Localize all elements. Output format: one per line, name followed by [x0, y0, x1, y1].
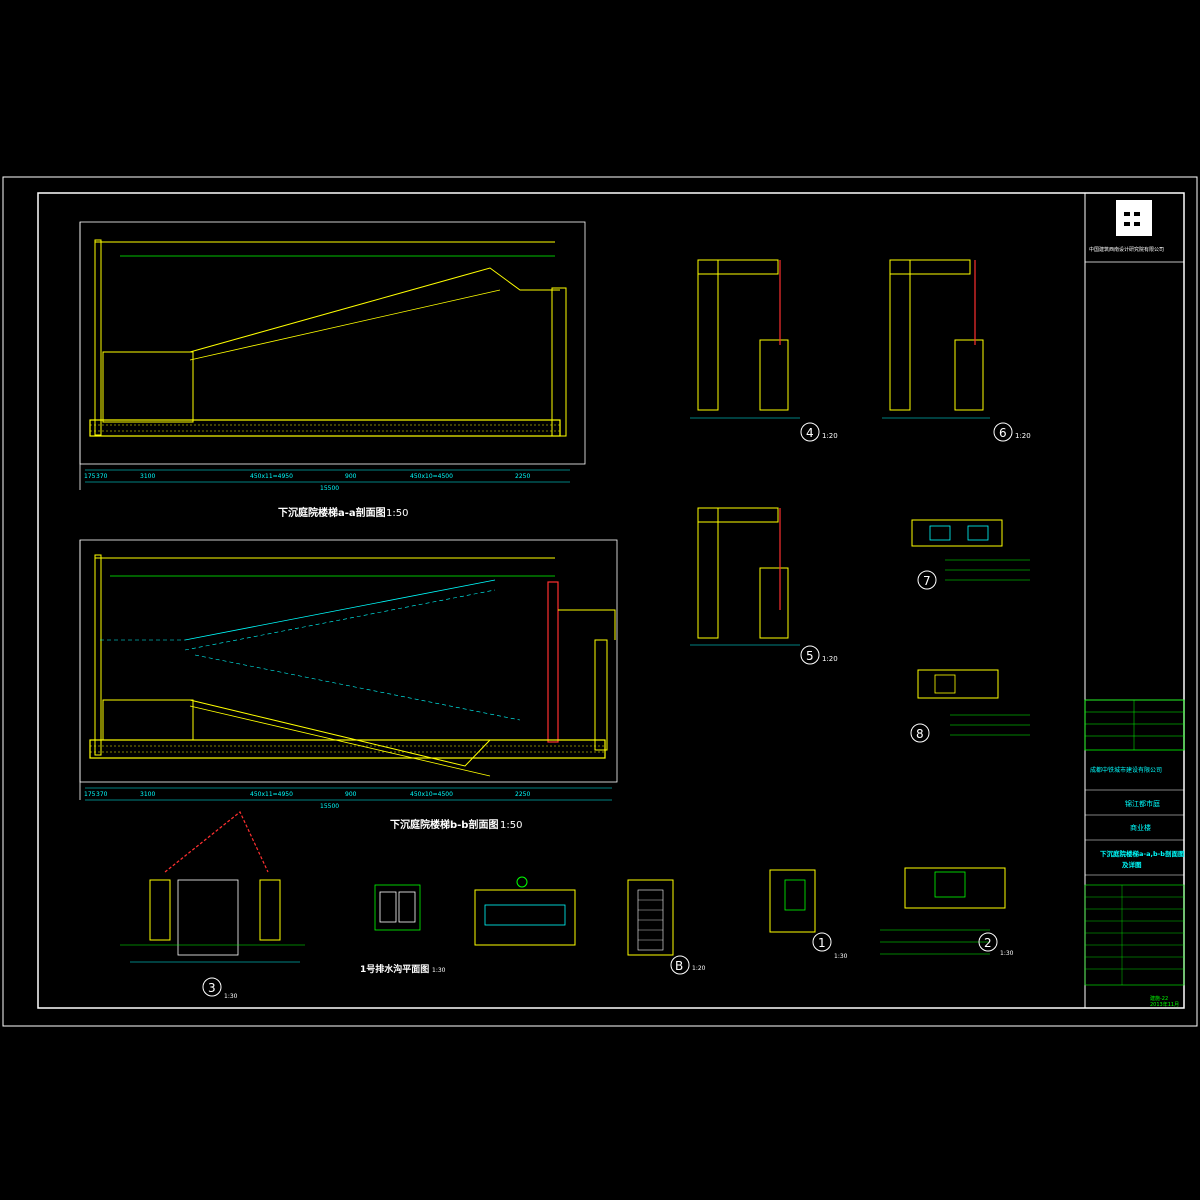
drain-plan-scale: 1:30: [432, 967, 446, 974]
dim-aa-3: 3100: [140, 473, 155, 480]
detail-5: 5 1:20: [690, 507, 838, 665]
drain-plan-title: 1号排水沟平面图: [360, 963, 429, 975]
dim-aa-2: 370: [96, 473, 108, 480]
dim-bb-2: 370: [96, 791, 108, 798]
detail-4-scale: 1:20: [822, 432, 838, 440]
detail-B-num: B: [675, 959, 683, 973]
detail-8: 8: [910, 669, 1030, 743]
detail-8-num: 8: [916, 727, 924, 741]
dim-aa-total: 15500: [320, 485, 339, 492]
detail-3-num: 3: [208, 981, 216, 995]
detail-1-scale: 1:30: [834, 953, 848, 960]
drain-plan: 1号排水沟平面图 1:30: [360, 884, 446, 975]
detail-7: 7: [911, 519, 1030, 590]
dim-bb-1: 175: [84, 791, 96, 798]
section-bb: 175 370 3100 450x11=4950 900 450x10=4500…: [79, 539, 618, 831]
company-logo: [1116, 200, 1152, 236]
drawing-date: 2013年11月: [1150, 1001, 1179, 1008]
detail-3-scale: 1:30: [224, 993, 238, 1000]
company-name-top: 中国建筑西南设计研究院有限公司: [1089, 246, 1164, 253]
section-bb-title: 下沉庭院楼梯b-b剖面图: [390, 818, 498, 831]
outer-frame: [2, 176, 1198, 1027]
dim-bb-3: 3100: [140, 791, 155, 798]
detail-4: 4 1:20: [690, 259, 838, 442]
detail-7-num: 7: [923, 574, 931, 588]
section-aa: 175 370 3100 450x11=4950 900 450x10=4500…: [79, 221, 586, 519]
detail-1: 1 1:30: [769, 869, 848, 960]
detail-6-num: 6: [999, 426, 1007, 440]
project-name: 锦江都市庭: [1125, 799, 1160, 808]
dim-bb-total: 15500: [320, 803, 339, 810]
detail-6: 6 1:20: [882, 259, 1031, 442]
detail-5-num: 5: [806, 649, 814, 663]
detail-3: 3 1:30: [120, 811, 305, 1000]
detail-B-scale: 1:20: [692, 965, 706, 972]
drawing-title-1: 下沉庭院楼梯a-a,b-b剖面图: [1100, 849, 1185, 858]
detail-B: B 1:20: [627, 879, 706, 975]
detail-2: 2 1:30: [880, 867, 1014, 957]
dim-aa-6: 450x10=4500: [410, 473, 453, 480]
detail-5-scale: 1:20: [822, 655, 838, 663]
subproject-name: 商业楼: [1130, 823, 1151, 832]
section-aa-scale: 1:50: [386, 508, 408, 519]
cad-drawing-sheet: 175 370 3100 450x11=4950 900 450x10=4500…: [2, 176, 1198, 1027]
detail-2-scale: 1:30: [1000, 950, 1014, 957]
dim-bb-4: 450x11=4950: [250, 791, 293, 798]
drawing-title-2: 及详图: [1122, 860, 1142, 869]
section-bb-scale: 1:50: [500, 820, 522, 831]
dim-aa-5: 900: [345, 473, 357, 480]
inner-frame: [37, 192, 1185, 1009]
drain-section: [474, 876, 576, 946]
title-block: 中国建筑西南设计研究院有限公司 成都中铁城市建设有限公司 锦江都市庭 商业楼 下…: [1084, 192, 1185, 1009]
section-aa-title: 下沉庭院楼梯a-a剖面图: [278, 506, 386, 519]
dim-bb-5: 900: [345, 791, 357, 798]
dim-aa-1: 175: [84, 473, 96, 480]
dim-aa-7: 2250: [515, 473, 530, 480]
drawing-code: 建施-22: [1150, 995, 1168, 1002]
dim-bb-6: 450x10=4500: [410, 791, 453, 798]
dim-aa-4: 450x11=4950: [250, 473, 293, 480]
detail-4-num: 4: [806, 426, 814, 440]
detail-6-scale: 1:20: [1015, 432, 1031, 440]
detail-2-num: 2: [984, 936, 992, 950]
dim-bb-7: 2250: [515, 791, 530, 798]
detail-1-num: 1: [818, 936, 826, 950]
owner-name: 成都中铁城市建设有限公司: [1090, 766, 1162, 774]
